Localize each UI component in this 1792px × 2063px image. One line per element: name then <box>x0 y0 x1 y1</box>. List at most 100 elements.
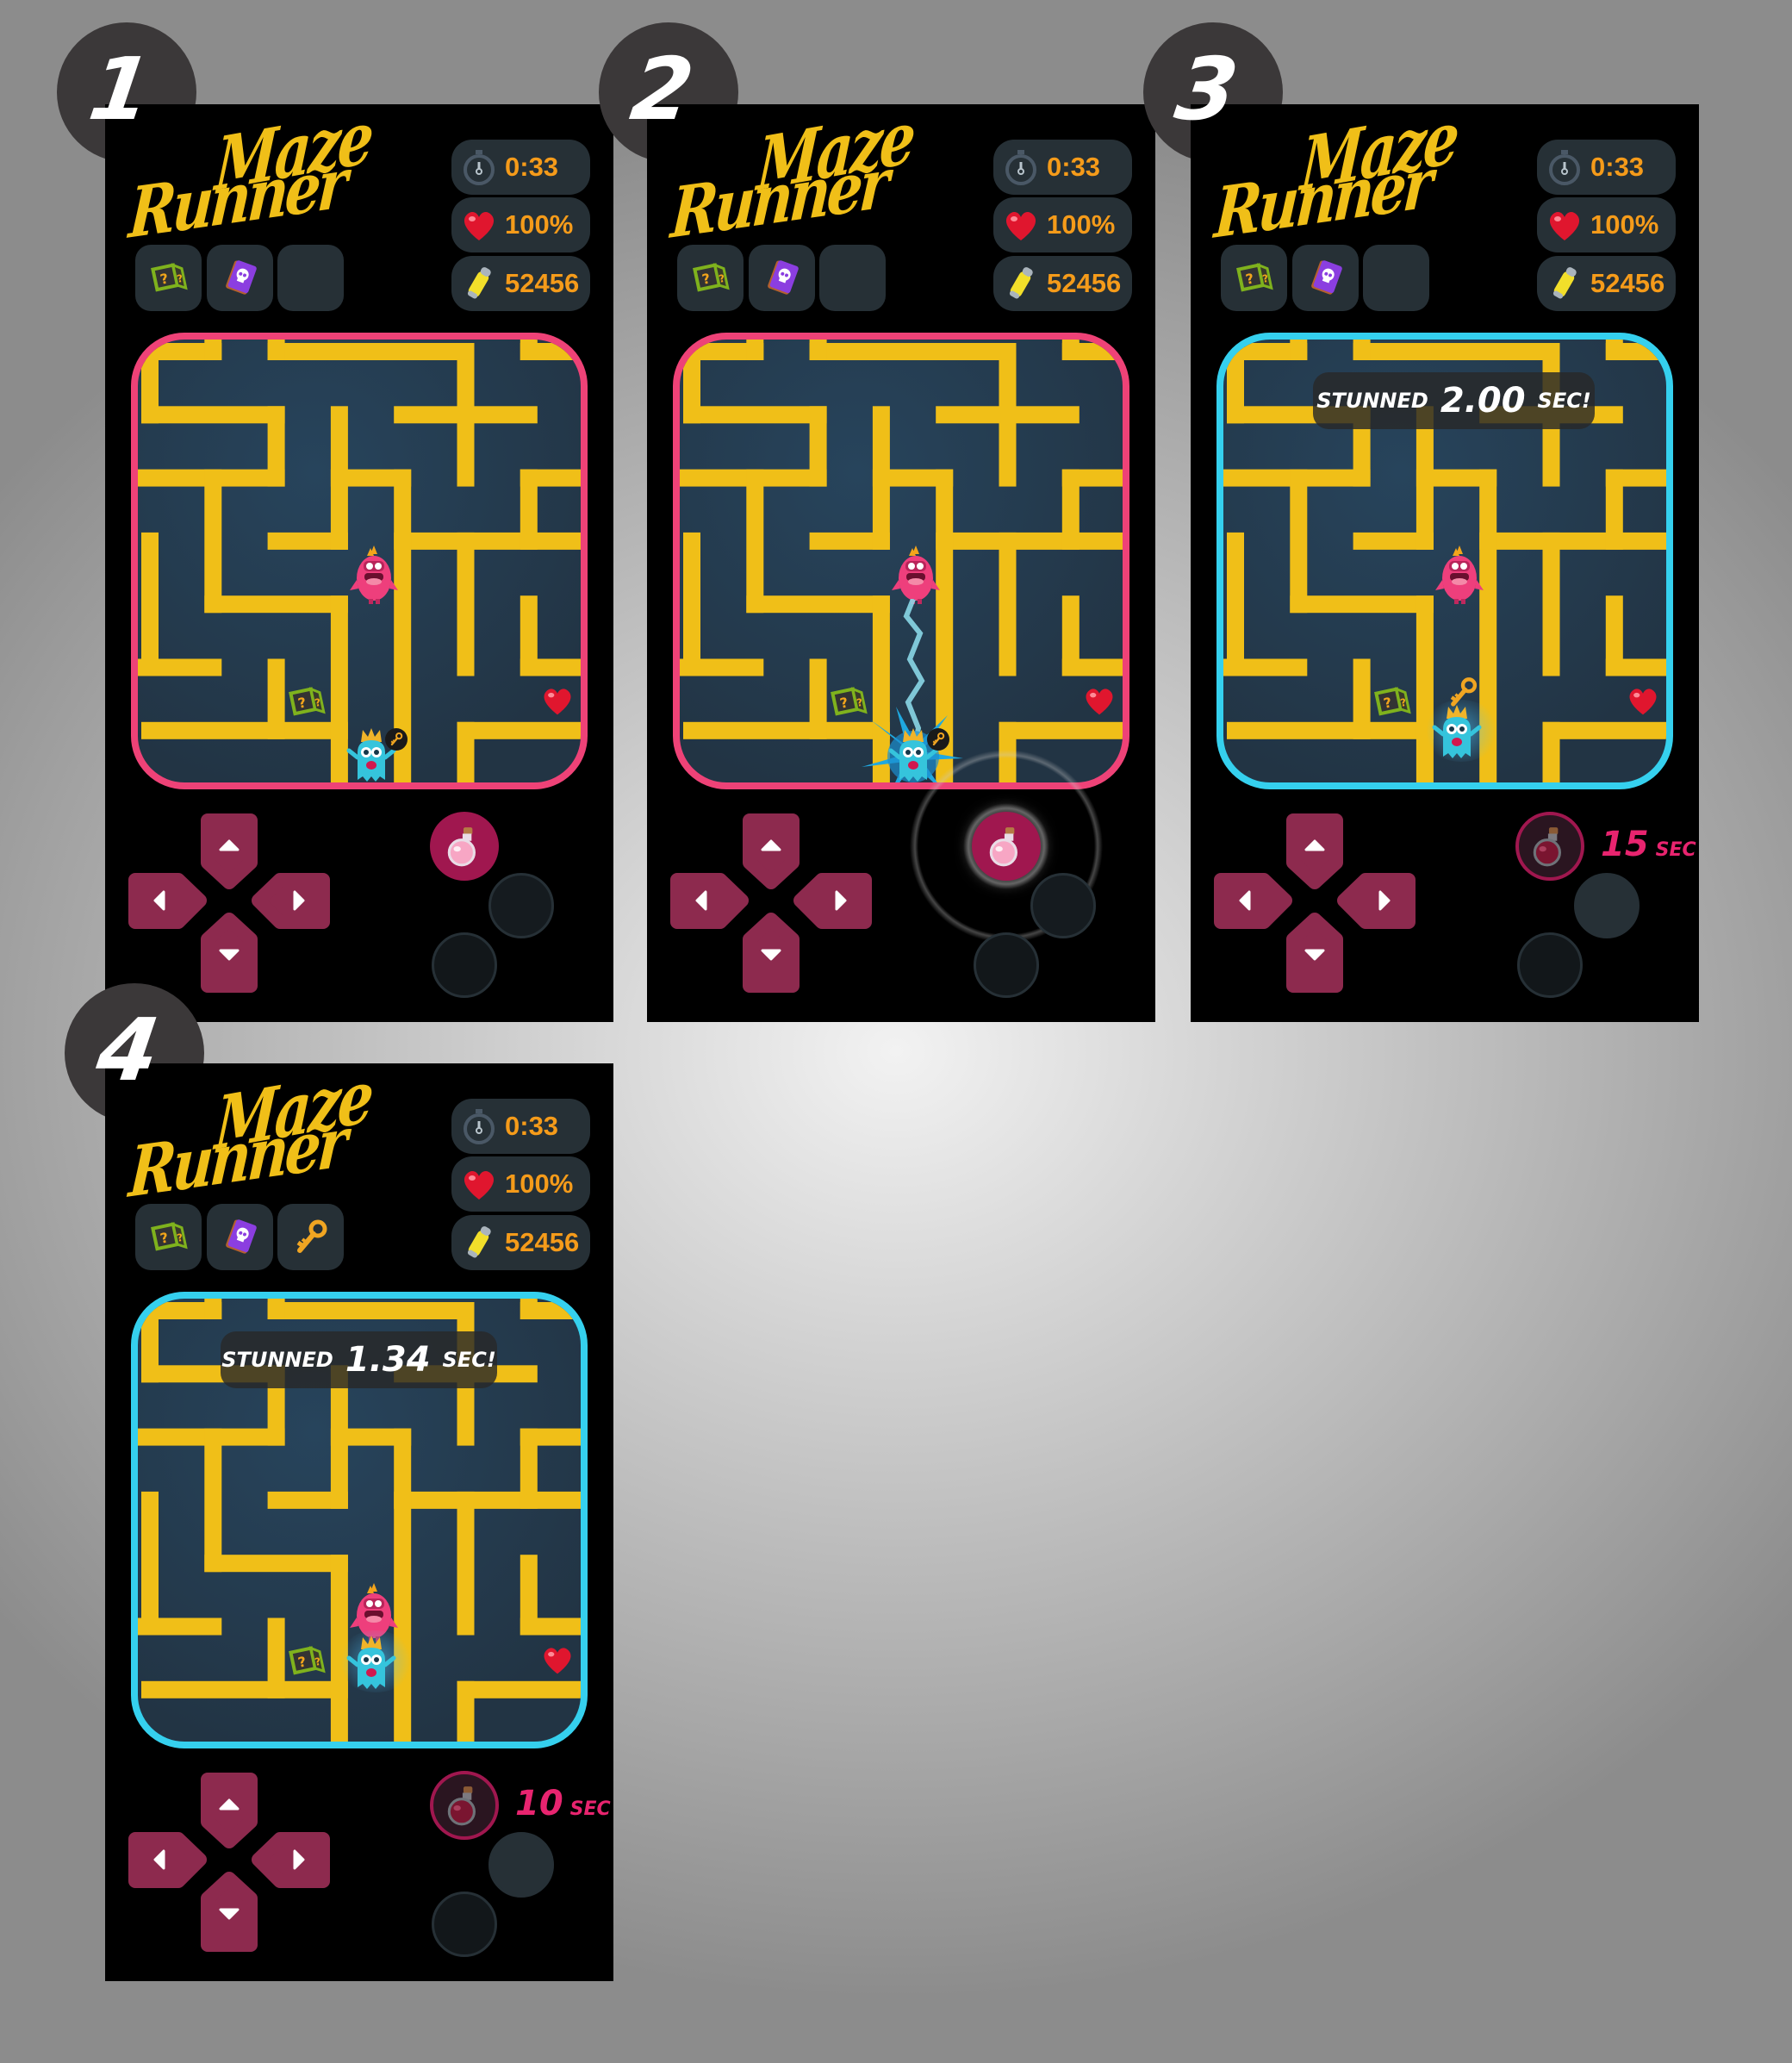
key-indicator-badge <box>384 728 408 751</box>
dpad <box>128 1773 330 1952</box>
score-pill: 52456 <box>451 1215 590 1270</box>
potion-icon <box>447 1786 476 1826</box>
dpad-right-button[interactable] <box>252 1832 330 1888</box>
inventory-slot-3[interactable] <box>277 1204 344 1270</box>
mystery-dice-icon: ?? <box>149 259 189 298</box>
health-pill: 100% <box>451 197 590 252</box>
potion-button[interactable] <box>430 812 499 881</box>
score-value: 52456 <box>505 1227 580 1257</box>
action-button-b[interactable] <box>1030 873 1096 938</box>
skull-book-icon <box>221 1218 260 1257</box>
dpad-up-button[interactable] <box>201 813 258 889</box>
action-button-a[interactable] <box>1517 932 1583 998</box>
dpad-right-button[interactable] <box>252 873 330 929</box>
maze-wall <box>1605 595 1623 676</box>
maze-wall <box>141 1302 159 1383</box>
maze-wall <box>267 340 285 360</box>
action-button-b[interactable] <box>488 873 554 938</box>
stunned-seconds: 1.34 <box>345 1340 431 1380</box>
action-button-b[interactable] <box>488 1832 554 1898</box>
inventory-slot-3[interactable] <box>277 245 344 311</box>
maze-wall <box>141 1680 348 1698</box>
heart-pickup <box>540 1642 575 1677</box>
health-value: 100% <box>1047 209 1116 240</box>
maze-wall <box>999 343 1017 487</box>
dpad-down-button[interactable] <box>743 913 800 993</box>
action-button-a[interactable] <box>974 932 1039 998</box>
inventory-slot-3[interactable] <box>1363 245 1429 311</box>
dpad-down-button[interactable] <box>1286 913 1343 993</box>
inventory-slot-1[interactable]: ?? <box>677 245 744 311</box>
maze-wall <box>1290 595 1434 614</box>
maze-wall <box>1353 658 1371 739</box>
dpad-down-button[interactable] <box>201 1872 258 1952</box>
inventory-slot-2[interactable] <box>207 1204 273 1270</box>
game-logo: Maze Runner <box>1212 94 1464 254</box>
dpad-right-button[interactable] <box>793 873 872 929</box>
inventory-slot-2[interactable] <box>1292 245 1359 311</box>
dpad-up-button[interactable] <box>1286 813 1343 889</box>
maze-wall <box>267 1299 285 1319</box>
dpad-left-button[interactable] <box>128 1832 207 1888</box>
inventory-slot-1[interactable]: ?? <box>1221 245 1287 311</box>
dpad-up-button[interactable] <box>201 1773 258 1848</box>
timer-value: 0:33 <box>505 152 559 182</box>
logo-word-runner: Runner <box>126 1100 347 1214</box>
timer-value: 0:33 <box>505 1111 559 1141</box>
game-screen-3: Maze Runner 0:33 100% 52456???? STUNNED 2.00 SE… <box>1191 94 1699 1022</box>
dpad-right-button[interactable] <box>1337 873 1416 929</box>
score-pill: 52456 <box>451 256 590 311</box>
dpad-left-button[interactable] <box>670 873 749 929</box>
action-button-a[interactable] <box>432 932 497 998</box>
potion-button[interactable] <box>430 1771 499 1840</box>
maze-wall <box>141 532 159 676</box>
mystery-dice-icon: ?? <box>149 1218 189 1257</box>
game-screen-1: Maze Runner 0:33 100% 52456???? <box>105 94 613 1022</box>
stunned-seconds: 2.00 <box>1440 381 1526 421</box>
stopwatch-icon <box>460 1107 498 1145</box>
mystery-dice-pickup: ?? <box>287 682 327 722</box>
maze-wall <box>1353 343 1560 360</box>
dpad-down-button[interactable] <box>201 913 258 993</box>
inventory-slot-1[interactable]: ?? <box>135 245 202 311</box>
dpad-left-button[interactable] <box>1214 873 1292 929</box>
maze-wall <box>267 1617 285 1698</box>
potion-button[interactable] <box>972 812 1041 881</box>
heart-icon <box>1002 206 1040 244</box>
maze-wall <box>457 721 475 782</box>
health-pill: 100% <box>451 1156 590 1212</box>
maze-wall <box>457 1491 475 1636</box>
health-value: 100% <box>505 1169 574 1199</box>
maze-wall <box>809 406 827 487</box>
score-value: 52456 <box>1047 268 1122 298</box>
timer-value: 0:33 <box>1590 152 1645 182</box>
stopwatch-icon <box>460 148 498 186</box>
maze-wall <box>204 469 222 614</box>
battery-icon <box>460 265 498 302</box>
maze-wall <box>330 406 348 550</box>
maze-wall <box>1479 532 1666 550</box>
inventory-slot-3[interactable] <box>819 245 886 311</box>
score-pill: 52456 <box>1537 256 1676 311</box>
battery-icon <box>460 1224 498 1262</box>
logo-word-runner: Runner <box>126 141 347 255</box>
inventory-slot-2[interactable] <box>749 245 815 311</box>
maze-wall <box>141 343 159 424</box>
dpad-up-button[interactable] <box>743 813 800 889</box>
inventory-slot-1[interactable]: ?? <box>135 1204 202 1270</box>
action-button-a[interactable] <box>432 1892 497 1957</box>
game-logo: Maze Runner <box>127 1053 378 1213</box>
game-screen-2: Maze Runner 0:33 100% 52456???? <box>647 94 1155 1022</box>
potion-cooldown-timer: 15 SEC <box>1601 825 1696 864</box>
maze-wall <box>683 532 700 676</box>
maze-wall <box>520 469 538 550</box>
maze-wall <box>141 721 348 739</box>
heart-icon <box>1546 206 1584 244</box>
potion-button[interactable] <box>1515 812 1584 881</box>
maze-wall <box>683 343 700 424</box>
dpad-left-button[interactable] <box>128 873 207 929</box>
action-button-b[interactable] <box>1574 873 1640 938</box>
stunned-banner: STUNNED 2.00 SEC! <box>1313 372 1595 429</box>
maze-wall <box>457 1680 581 1698</box>
inventory-slot-2[interactable] <box>207 245 273 311</box>
